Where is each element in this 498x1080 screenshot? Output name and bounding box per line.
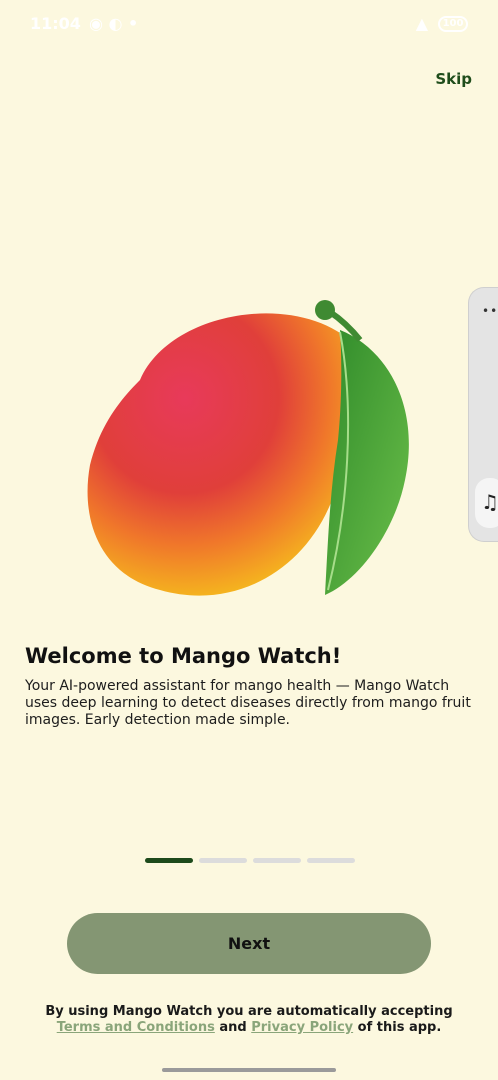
- status-time: 11:04: [30, 14, 81, 33]
- mango-illustration: [87, 300, 409, 596]
- onboarding-description: Your AI-powered assistant for mango heal…: [25, 678, 471, 728]
- page-dot-1: [145, 858, 193, 863]
- status-bar: 11:04 ◉ ◐ • ▲ 100: [0, 0, 498, 50]
- more-dots-icon[interactable]: ••: [482, 304, 498, 318]
- signal-icon: ▲: [415, 14, 428, 33]
- privacy-link[interactable]: Privacy Policy: [251, 1020, 353, 1035]
- floating-side-panel[interactable]: •• ♫: [468, 287, 498, 542]
- page-dot-2: [199, 858, 247, 863]
- next-button[interactable]: Next: [67, 913, 431, 974]
- terms-line-2: Terms and Conditions and Privacy Policy …: [0, 1020, 498, 1036]
- home-indicator[interactable]: [162, 1068, 336, 1072]
- terms-link[interactable]: Terms and Conditions: [57, 1020, 215, 1035]
- terms-notice: By using Mango Watch you are automatical…: [0, 1004, 498, 1036]
- battery-indicator: 100: [438, 15, 468, 32]
- onboarding-title: Welcome to Mango Watch!: [25, 644, 342, 668]
- status-left: 11:04 ◉ ◐ •: [30, 14, 138, 33]
- terms-and: and: [219, 1020, 247, 1035]
- terms-prefix: By using Mango Watch you are automatical…: [45, 1004, 453, 1019]
- page-indicator: [145, 858, 355, 863]
- notification-icons: ◉ ◐ •: [88, 14, 139, 33]
- page-dot-3: [253, 858, 301, 863]
- status-right: ▲ 100: [416, 14, 468, 33]
- mango-body: [87, 313, 366, 596]
- skip-button[interactable]: Skip: [435, 70, 472, 88]
- music-note-icon[interactable]: ♫: [475, 478, 498, 528]
- terms-suffix: of this app.: [357, 1020, 442, 1035]
- page-dot-4: [307, 858, 355, 863]
